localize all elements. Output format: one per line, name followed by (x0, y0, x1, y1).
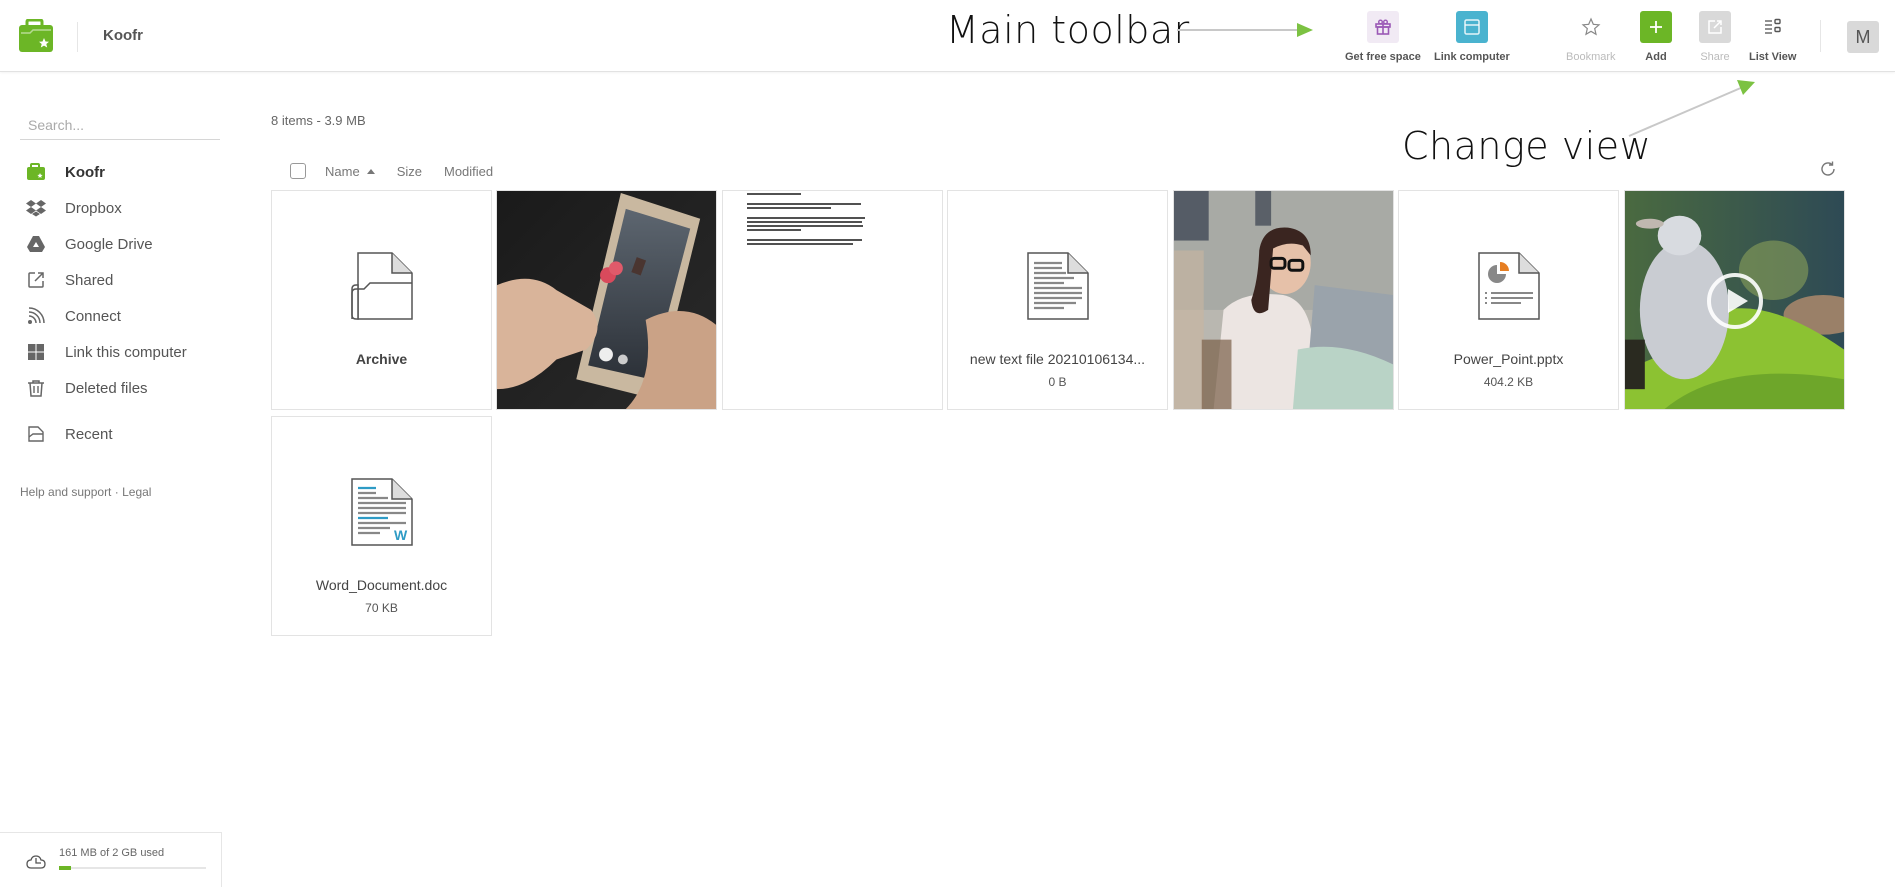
sidebar-item-label: Link this computer (65, 343, 187, 361)
sidebar-item-koofr[interactable]: Koofr (26, 158, 105, 186)
link-computer-label: Link computer (1434, 51, 1510, 63)
file-name: new text file 20210106134... (969, 351, 1146, 367)
presentation-file-icon (1478, 252, 1540, 320)
image-thumbnail-phone (497, 191, 716, 409)
recent-icon (26, 424, 46, 444)
sort-by-name[interactable]: Name (325, 164, 375, 179)
sidebar-item-recent[interactable]: Recent (26, 420, 113, 448)
get-free-space-button[interactable]: Get free space (1345, 11, 1421, 63)
file-size: 70 KB (365, 601, 398, 615)
select-all-checkbox[interactable] (290, 163, 306, 179)
sidebar-item-link-this-computer[interactable]: Link this computer (26, 338, 187, 366)
list-header: Name Size Modified (290, 160, 515, 182)
sidebar-item-google-drive[interactable]: Google Drive (26, 230, 153, 258)
file-tile-pptx[interactable]: Power_Point.pptx 404.2 KB (1398, 190, 1619, 410)
koofr-logo-icon[interactable] (18, 18, 54, 53)
quota-text: 161 MB of 2 GB used (59, 847, 165, 859)
sidebar-item-label: Deleted files (65, 379, 148, 397)
column-modified-label: Modified (443, 163, 494, 179)
list-view-label: List View (1749, 51, 1797, 63)
sort-by-modified[interactable]: Modified (444, 164, 493, 179)
sidebar-item-label: Google Drive (65, 235, 153, 253)
folder-summary: 8 items - 3.9 MB (271, 113, 366, 128)
quota-progress-bar (59, 866, 206, 870)
file-name: Word_Document.doc (315, 577, 448, 593)
dropbox-icon (26, 198, 46, 218)
sidebar-item-label: Koofr (65, 163, 105, 181)
file-tile-image[interactable] (496, 190, 717, 410)
main-toolbar: Koofr Main toolbar Get free space Link c… (0, 0, 1895, 72)
footer-links: Help and support · Legal (20, 485, 151, 499)
file-tile-image[interactable] (1173, 190, 1394, 410)
google-drive-icon (26, 234, 46, 254)
image-thumbnail-woman (1174, 191, 1393, 409)
search-input[interactable] (20, 110, 220, 140)
sidebar-item-deleted-files[interactable]: Deleted files (26, 374, 148, 402)
connect-icon (26, 306, 46, 326)
folder-icon (351, 252, 413, 320)
share-button[interactable]: Share (1699, 11, 1731, 63)
get-free-space-label: Get free space (1345, 51, 1421, 63)
star-icon (1575, 11, 1607, 43)
sidebar-item-connect[interactable]: Connect (26, 302, 121, 330)
bookmark-button[interactable]: Bookmark (1566, 11, 1616, 63)
sidebar-item-label: Connect (65, 307, 121, 325)
add-label: Add (1645, 51, 1667, 63)
add-button[interactable]: Add (1640, 11, 1672, 63)
file-tile-folder[interactable]: Archive (271, 190, 492, 410)
user-avatar[interactable]: M (1847, 21, 1879, 53)
file-size: 404.2 KB (1483, 375, 1534, 389)
divider (77, 22, 78, 52)
help-and-support-link[interactable]: Help and support (20, 485, 111, 499)
svg-text:W: W (394, 527, 408, 543)
annotation-arrow-right (1177, 23, 1313, 37)
cloud-pie-icon (26, 855, 46, 874)
koofr-folder-icon (26, 162, 46, 182)
toolbar-divider (1820, 20, 1821, 52)
windows-icon (26, 342, 46, 362)
share-label: Share (1700, 51, 1730, 63)
bookmark-label: Bookmark (1566, 51, 1616, 63)
column-name-label: Name (325, 163, 360, 179)
sidebar: Koofr Dropbox Google Drive (0, 72, 222, 887)
sidebar-item-label: Shared (65, 271, 114, 289)
refresh-icon[interactable] (1819, 160, 1839, 180)
sidebar-item-label: Dropbox (65, 199, 122, 217)
link-computer-button[interactable]: Link computer (1434, 11, 1510, 63)
sidebar-item-dropbox[interactable]: Dropbox (26, 194, 122, 222)
trash-icon (26, 378, 46, 398)
legal-link[interactable]: Legal (122, 485, 151, 499)
quota-progress-fill (59, 866, 71, 870)
play-icon[interactable] (1705, 271, 1765, 331)
annotation-main-toolbar: Main toolbar (946, 8, 1190, 52)
annotation-change-view: Change view (1402, 124, 1652, 168)
word-document-icon: W (351, 478, 413, 546)
list-view-button[interactable]: List View (1749, 11, 1796, 63)
sort-ascending-icon (366, 168, 375, 174)
sidebar-item-label: Recent (65, 425, 113, 443)
app-title: Koofr (103, 27, 143, 44)
text-file-icon (1027, 252, 1089, 320)
file-tile-video[interactable] (1624, 190, 1845, 410)
plus-icon (1640, 11, 1672, 43)
column-size-label: Size (396, 163, 422, 179)
annotation-arrow-up-right (1628, 80, 1755, 137)
list-view-icon (1757, 11, 1789, 43)
file-name: Archive (355, 351, 408, 367)
text-document-preview (747, 191, 867, 247)
shared-icon (26, 270, 46, 290)
link-separator: · (114, 485, 119, 499)
sidebar-item-shared[interactable]: Shared (26, 266, 113, 294)
gift-icon (1366, 11, 1399, 43)
file-size: 0 B (1048, 375, 1067, 389)
storage-quota: 161 MB of 2 GB used (0, 832, 222, 887)
link-computer-icon (1455, 11, 1488, 43)
share-icon (1699, 11, 1731, 43)
file-tile-text[interactable]: new text file 20210106134... 0 B (947, 190, 1168, 410)
file-tile-doc[interactable]: W Word_Document.doc 70 KB (271, 416, 492, 636)
file-tile-text-preview[interactable] (722, 190, 943, 410)
sort-by-size[interactable]: Size (397, 164, 422, 179)
file-name: Power_Point.pptx (1453, 351, 1564, 367)
